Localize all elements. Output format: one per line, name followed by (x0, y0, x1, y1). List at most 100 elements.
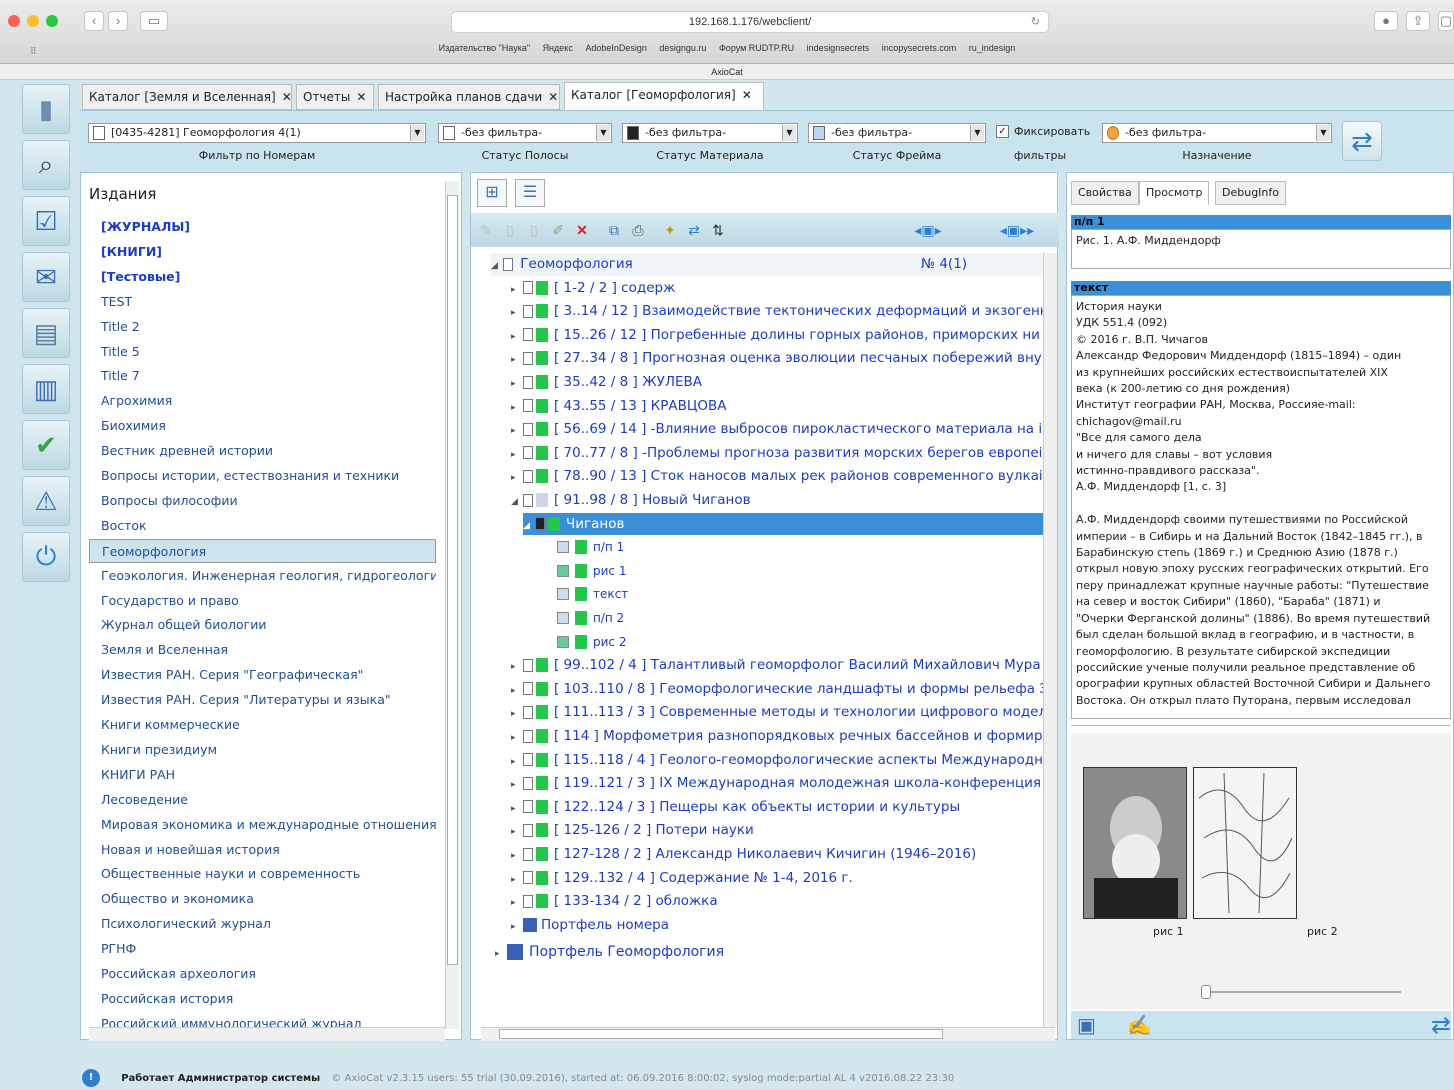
tab-properties[interactable]: Свойства (1071, 181, 1139, 205)
user-card-icon[interactable]: ▣ (1077, 1013, 1096, 1038)
collapse-icon[interactable]: ▸ (511, 302, 523, 323)
number-filter-select[interactable]: [0435-4281] Геоморфология 4(1) ▼ (88, 123, 426, 143)
zoom-slider-handle[interactable] (1201, 985, 1211, 999)
publication-item[interactable]: Агрохимия (89, 389, 436, 413)
books-icon[interactable]: ▥ (22, 364, 70, 414)
publication-item[interactable]: Новая и новейшая история (89, 838, 436, 862)
tree-root[interactable]: ◢ Геоморфология № 4(1) (491, 253, 1043, 276)
collapse-icon[interactable]: ▸ (511, 869, 523, 890)
new-doc-icon[interactable]: ▯ (501, 221, 519, 239)
tree-article[interactable]: ▸ [ 70..77 / 8 ] -Проблемы прогноза разви… (511, 442, 1043, 465)
collapse-icon[interactable]: ▸ (511, 892, 523, 913)
tag-check-icon[interactable]: ✔ (22, 420, 70, 470)
tree-article[interactable]: ▸ [ 127-128 / 2 ] Александр Николаевич Ки… (511, 843, 1043, 866)
publication-item[interactable]: [КНИГИ] (89, 240, 436, 264)
sort-icon[interactable]: ⇅ (709, 221, 727, 239)
collapse-icon[interactable]: ▸ (511, 727, 523, 748)
publication-item[interactable]: Известия РАН. Серия "Географическая" (89, 663, 436, 687)
power-icon[interactable]: ⏻ (22, 532, 70, 582)
tree-frame[interactable]: рис 1 (557, 560, 1043, 582)
bookmark-item[interactable]: incopysecrets.com (882, 43, 957, 53)
forward-icon[interactable]: › (108, 11, 128, 31)
tab-debuginfo[interactable]: DebugInfo (1215, 181, 1286, 205)
tree-article[interactable]: ▸ [ 43..55 / 13 ] КРАВЦОВА (511, 395, 1043, 418)
tree-article[interactable]: ▸ [ 129..132 / 4 ] Содержание № 1-4, 2016… (511, 867, 1043, 890)
tree-article[interactable]: ▸ [ 78..90 / 13 ] Сток наносов малых рек … (511, 465, 1043, 488)
collapse-icon[interactable]: ▸ (511, 656, 523, 677)
tree-article[interactable]: ▸ [ 133-134 / 2 ] обложка (511, 890, 1043, 913)
collapse-icon[interactable]: ▸ (511, 751, 523, 772)
tab-preview[interactable]: Просмотр (1139, 181, 1210, 205)
collapse-icon[interactable]: ▸ (511, 798, 523, 819)
zoom-window-button[interactable] (46, 15, 58, 27)
tree-scrollbar[interactable] (1043, 253, 1057, 1027)
publication-item[interactable]: [ЖУРНАЛЫ] (89, 215, 436, 239)
bookmark-item[interactable]: Яндекс (543, 43, 573, 53)
publication-item[interactable]: Title 5 (89, 340, 436, 364)
tree-article[interactable]: ▸ [ 115..118 / 4 ] Геолого-геоморфологиче… (511, 749, 1043, 772)
collapse-icon[interactable]: ▸ (511, 349, 523, 370)
reload-icon[interactable]: ↻ (1031, 12, 1040, 32)
tree-article[interactable]: ▸ [ 111..113 / 3 ] Современные методы и т… (511, 701, 1043, 724)
tree-portfolio-issue[interactable]: ▸ Портфель номера (511, 914, 1043, 937)
splitter[interactable] (1071, 725, 1451, 731)
tab-catalog-earth[interactable]: Каталог [Земля и Вселенная] ✕ (82, 84, 292, 110)
chat-icon[interactable]: ✉ (22, 252, 70, 302)
next-issue-icon[interactable]: ◂▣▸▸ (987, 221, 1047, 239)
fix-filters-checkbox[interactable]: ✓ (996, 125, 1009, 138)
edit-icon[interactable]: ✐ (549, 221, 567, 239)
scroll-thumb[interactable] (447, 195, 458, 965)
tree-article[interactable]: ▸ [ 1-2 / 2 ] содерж (511, 277, 1043, 300)
publication-item[interactable]: Title 2 (89, 315, 436, 339)
collapse-icon[interactable]: ▸ (511, 373, 523, 394)
publication-item[interactable]: Книги президиум (89, 738, 436, 762)
close-icon[interactable]: ✕ (742, 88, 752, 102)
tree-article[interactable]: ▸ [ 3..14 / 12 ] Взаимодействие тектониче… (511, 300, 1043, 323)
expand-icon[interactable]: ◢ (511, 491, 523, 512)
close-icon[interactable]: ✕ (548, 90, 558, 104)
assign-select[interactable]: -без фильтра- ▼ (1102, 123, 1332, 143)
tree-frame[interactable]: п/п 2 (557, 607, 1043, 629)
close-icon[interactable]: ✕ (356, 90, 366, 104)
bookmark-item[interactable]: indesignsecrets (807, 43, 870, 53)
close-window-button[interactable] (8, 15, 20, 27)
collapse-icon[interactable]: ▸ (511, 326, 523, 347)
publication-item[interactable]: Геоморфология (89, 538, 436, 563)
tree-frame[interactable]: текст (557, 583, 1043, 605)
tab-reports[interactable]: Отчеты ✕ (296, 84, 374, 110)
tree-frame[interactable]: рис 2 (557, 631, 1043, 653)
publication-item[interactable]: Вопросы философии (89, 489, 436, 513)
expand-icon[interactable]: ◢ (491, 255, 503, 276)
publication-item[interactable]: Вестник древней истории (89, 439, 436, 463)
publication-item[interactable]: Восток (89, 514, 436, 538)
publication-item[interactable]: Российская история (89, 987, 436, 1011)
tree-article[interactable]: ▸ [ 99..102 / 4 ] Талантливый геоморфолог… (511, 654, 1043, 677)
publication-item[interactable]: КНИГИ РАН (89, 763, 436, 787)
collapse-icon[interactable]: ▸ (511, 703, 523, 724)
tree-article[interactable]: ▸ [ 114 ] Морфометрия разнопорядковых реч… (511, 725, 1043, 748)
page-status-select[interactable]: -без фильтра- ▼ (438, 123, 612, 143)
tree-article[interactable]: ▸ [ 35..42 / 8 ] ЖУЛЕВА (511, 371, 1043, 394)
bookmark-item[interactable]: ru_indesign (969, 43, 1016, 53)
back-icon[interactable]: ‹ (84, 11, 104, 31)
share-icon[interactable]: ⇪ (1406, 11, 1430, 31)
publication-item[interactable]: Общественные науки и современность (89, 862, 436, 886)
tree-article[interactable]: ◢ [ 91..98 / 8 ] Новый Чиганов (511, 489, 1043, 512)
paste-icon[interactable]: ▯ (525, 221, 543, 239)
tab-plans[interactable]: Настройка планов сдачи ✕ (378, 84, 560, 110)
wand-icon[interactable]: ✎ (477, 221, 495, 239)
download-icon[interactable]: ● (1374, 11, 1398, 31)
tree-material-selected[interactable]: ◢ Чиганов (523, 512, 1043, 535)
bookmark-item[interactable]: AdobeInDesign (585, 43, 647, 53)
collapse-icon[interactable]: ▸ (511, 444, 523, 465)
publication-item[interactable]: РГНФ (89, 937, 436, 961)
bookmark-item[interactable]: Издательство "Наука" (439, 43, 530, 53)
zoom-slider[interactable] (1201, 985, 1401, 999)
collapse-icon[interactable]: ▸ (511, 916, 523, 937)
copy-icon[interactable]: ⧉ (605, 221, 623, 239)
notes-icon[interactable]: ✍ (1127, 1013, 1152, 1038)
publications-hscrollbar[interactable] (89, 1027, 445, 1041)
minimize-window-button[interactable] (27, 15, 39, 27)
publication-item[interactable]: Вопросы истории, естествознания и техник… (89, 464, 436, 488)
publication-item[interactable]: Книги коммерческие (89, 713, 436, 737)
